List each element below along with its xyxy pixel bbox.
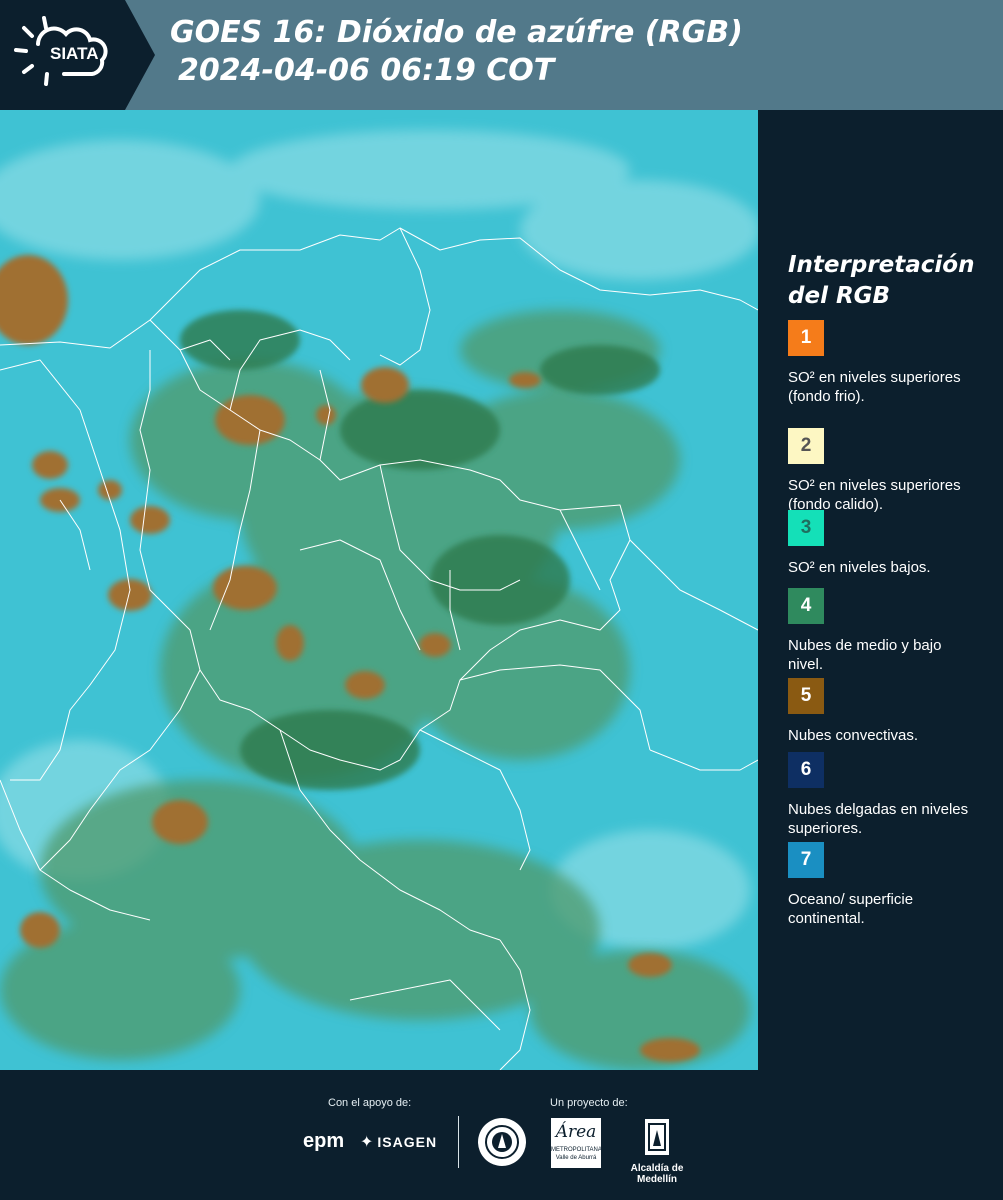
legend-label: Oceano/ superficie continental. <box>788 891 914 927</box>
legend-label: SO² en niveles superiores (fondo calido)… <box>788 477 961 513</box>
area-name: Área <box>555 1122 597 1142</box>
legend-swatch: 2 <box>788 428 824 464</box>
legend-item-6: 6 Nubes delgadas en niveles superiores. <box>788 752 978 838</box>
legend-swatch: 1 <box>788 320 824 356</box>
support-label: Con el apoyo de: <box>328 1097 412 1109</box>
legend-label: SO² en niveles bajos. <box>788 559 931 576</box>
legend-swatch: 5 <box>788 678 824 714</box>
isagen-text: ISAGEN <box>377 1134 438 1150</box>
footer: Con el apoyo de: Un proyecto de: epm ✦ I… <box>0 1070 1003 1200</box>
medellin-seal-logo[interactable] <box>478 1118 526 1166</box>
siata-logo[interactable]: SIATA <box>0 0 155 110</box>
shield-icon <box>645 1119 669 1155</box>
legend-item-7: 7 Oceano/ superficie continental. <box>788 842 978 928</box>
legend-item-1: 1 SO² en niveles superiores (fondo frio). <box>788 320 978 406</box>
legend-item-4: 4 Nubes de medio y bajo nivel. <box>788 588 978 674</box>
isagen-icon: ✦ <box>360 1134 374 1151</box>
legend-label: Nubes de medio y bajo nivel. <box>788 637 942 673</box>
title-line-1: GOES 16: Dióxido de azúfre (RGB) <box>170 15 743 50</box>
project-label: Un proyecto de: <box>550 1097 628 1109</box>
legend-panel: Interpretación del RGB 1 SO² en niveles s… <box>758 110 1003 1070</box>
footer-separator <box>458 1116 459 1168</box>
map-image <box>0 110 758 1070</box>
legend-item-2: 2 SO² en niveles superiores (fondo calido… <box>788 428 978 514</box>
legend-swatch: 6 <box>788 752 824 788</box>
legend-swatch: 4 <box>788 588 824 624</box>
epm-logo[interactable]: epm <box>303 1130 344 1153</box>
alcaldia-text: Alcaldía de Medellín <box>630 1163 684 1185</box>
legend-swatch: 3 <box>788 510 824 546</box>
satellite-map[interactable] <box>0 110 758 1070</box>
logo-text: SIATA <box>50 44 99 63</box>
title-line-2: 2024-04-06 06:19 COT <box>178 53 555 88</box>
page-title: GOES 16: Dióxido de azúfre (RGB) 2024-04… <box>170 14 743 90</box>
legend-label: SO² en niveles superiores (fondo frio). <box>788 369 961 405</box>
seal-icon <box>485 1125 519 1159</box>
legend-item-3: 3 SO² en niveles bajos. <box>788 510 978 577</box>
isagen-logo[interactable]: ✦ ISAGEN <box>360 1132 437 1152</box>
area-metropolitana-logo[interactable]: Área METROPOLITANA Valle de Aburrá <box>551 1118 602 1168</box>
header-bar: SIATA GOES 16: Dióxido de azúfre (RGB) 2… <box>0 0 1003 110</box>
legend-title: Interpretación del RGB <box>788 252 975 309</box>
legend-swatch: 7 <box>788 842 824 878</box>
legend-label: Nubes convectivas. <box>788 727 919 744</box>
area-sub-text: Valle de Aburrá <box>555 1155 597 1161</box>
legend-item-5: 5 Nubes convectivas. <box>788 678 978 745</box>
alcaldia-logo[interactable]: Alcaldía de Medellín <box>612 1118 702 1185</box>
area-metro-text: METROPOLITANA <box>551 1147 602 1153</box>
legend-label: Nubes delgadas en niveles superiores. <box>788 801 969 837</box>
epm-text: epm <box>303 1130 345 1152</box>
